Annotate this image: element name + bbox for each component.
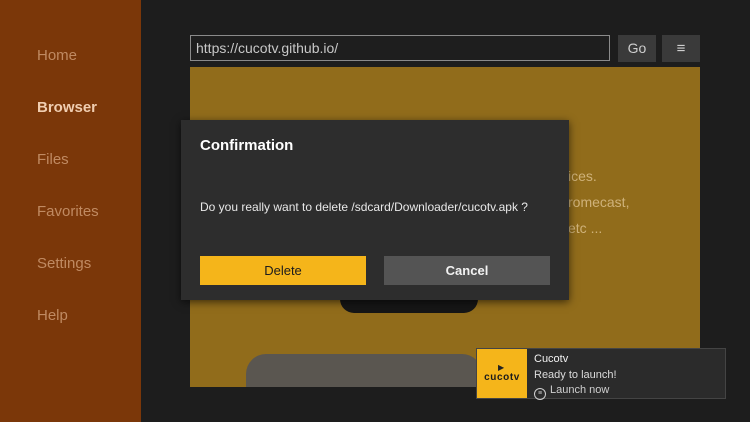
cancel-button[interactable]: Cancel (384, 256, 550, 285)
page-panel-image (246, 354, 482, 387)
page-text-line: romecast, (568, 194, 630, 210)
menu-button[interactable]: ≡ (662, 35, 700, 62)
notification-message: Ready to launch! (534, 369, 617, 381)
launch-now-action[interactable]: ≡ Launch now (534, 384, 609, 400)
url-input[interactable]: https://cucotv.github.io/ (190, 35, 610, 61)
dialog-message: Do you really want to delete /sdcard/Dow… (200, 200, 528, 214)
sidebar-item-browser[interactable]: Browser (37, 99, 97, 116)
sidebar-item-settings[interactable]: Settings (37, 255, 91, 272)
delete-button[interactable]: Delete (200, 256, 366, 285)
app-logo-text: cucotv (484, 372, 520, 383)
sidebar-item-home[interactable]: Home (37, 47, 77, 64)
sidebar: Home Browser Files Favorites Settings He… (0, 0, 141, 422)
launch-now-label: Launch now (550, 384, 610, 396)
page-text-line: etc ... (568, 220, 603, 236)
play-icon: ▶ (498, 363, 505, 372)
dialog-title: Confirmation (200, 137, 294, 154)
menu-button-icon: ≡ (534, 388, 546, 400)
hamburger-menu-icon: ≡ (676, 40, 686, 57)
sidebar-item-help[interactable]: Help (37, 307, 68, 324)
sidebar-item-favorites[interactable]: Favorites (37, 203, 99, 220)
go-button[interactable]: Go (618, 35, 656, 62)
page-text-line: ices. (568, 168, 597, 184)
notification-app-name: Cucotv (534, 353, 569, 365)
confirmation-dialog: Confirmation Do you really want to delet… (181, 120, 569, 300)
app-logo: ▶ cucotv (477, 349, 527, 398)
launch-notification[interactable]: ▶ cucotv Cucotv Ready to launch! ≡ Launch… (476, 348, 726, 400)
sidebar-item-files[interactable]: Files (37, 151, 69, 168)
